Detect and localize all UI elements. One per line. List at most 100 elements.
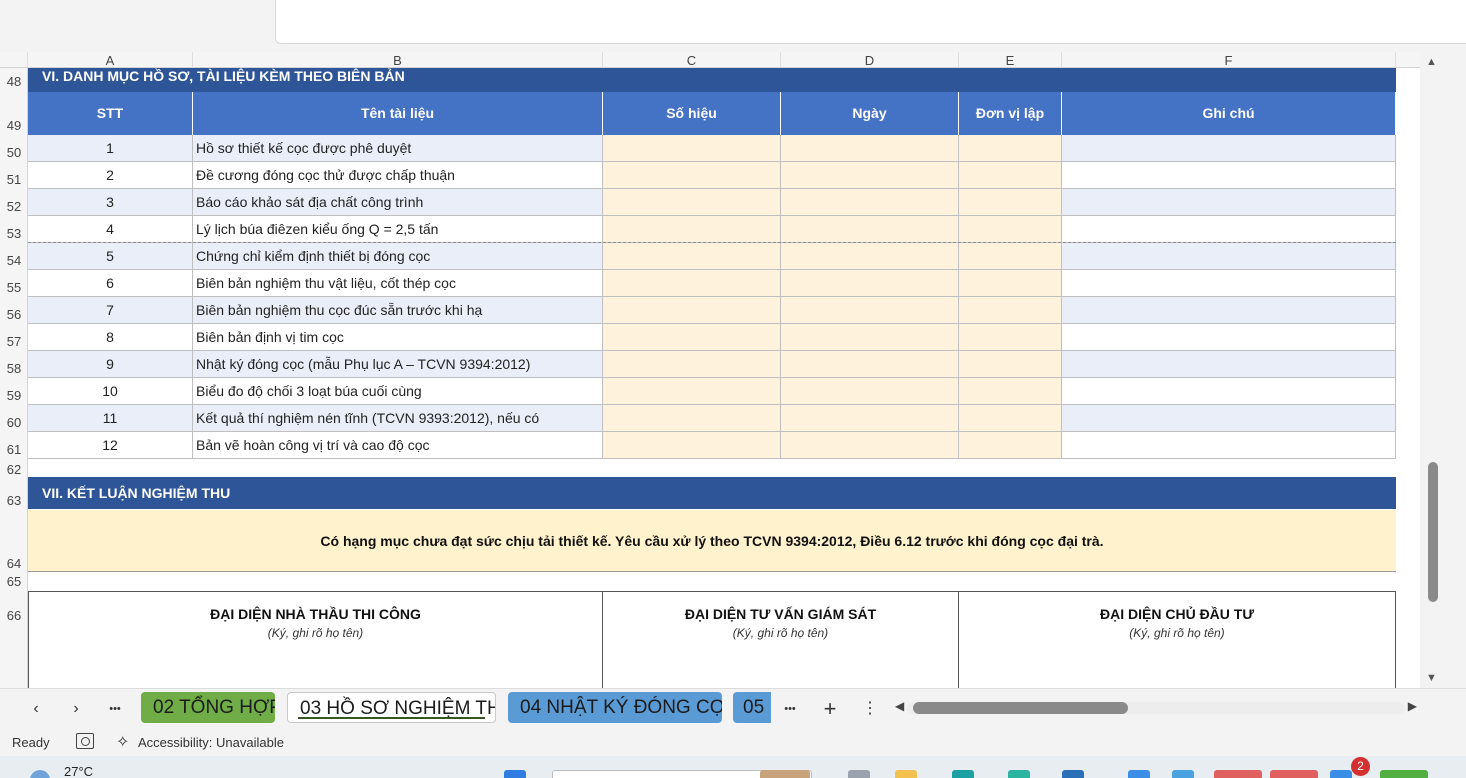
row-header[interactable]: 58: [0, 361, 28, 376]
edge-icon[interactable]: [952, 770, 974, 778]
cell-document-name[interactable]: Nhật ký đóng cọc (mẫu Phụ lục A – TCVN 9…: [193, 351, 603, 377]
horizontal-scrollbar[interactable]: ◀ ▶: [893, 699, 1419, 717]
cell-note[interactable]: [1062, 351, 1396, 377]
cell-stt[interactable]: 4: [28, 216, 193, 242]
cell-code-input[interactable]: [603, 243, 781, 269]
cell-code-input[interactable]: [603, 351, 781, 377]
cell-unit-input[interactable]: [959, 297, 1062, 323]
cell-document-name[interactable]: Bản vẽ hoàn công vị trí và cao độ cọc: [193, 432, 603, 458]
weather-temperature[interactable]: 27°C: [64, 764, 93, 778]
scroll-left-icon[interactable]: ◀: [895, 699, 904, 713]
cell-stt[interactable]: 9: [28, 351, 193, 377]
row-header[interactable]: 57: [0, 334, 28, 349]
cell-document-name[interactable]: Biên bản nghiệm thu vật liệu, cốt thép c…: [193, 270, 603, 296]
store-icon[interactable]: [1062, 770, 1084, 778]
app-icon[interactable]: [1172, 770, 1194, 778]
app-icon[interactable]: [1214, 770, 1262, 778]
cell-unit-input[interactable]: [959, 378, 1062, 404]
cell-stt[interactable]: 10: [28, 378, 193, 404]
row-header[interactable]: 62: [0, 462, 28, 477]
cell-stt[interactable]: 5: [28, 243, 193, 269]
cell-stt[interactable]: 6: [28, 270, 193, 296]
row-header[interactable]: 50: [0, 145, 28, 160]
cell-date-input[interactable]: [781, 243, 959, 269]
cell-code-input[interactable]: [603, 216, 781, 242]
header-unit[interactable]: Đơn vị lập: [959, 92, 1062, 135]
cell-note[interactable]: [1062, 270, 1396, 296]
cell-code-input[interactable]: [603, 162, 781, 188]
cell-stt[interactable]: 2: [28, 162, 193, 188]
cell-stt[interactable]: 1: [28, 135, 193, 161]
cell-note[interactable]: [1062, 216, 1396, 242]
cell-unit-input[interactable]: [959, 432, 1062, 458]
cell-date-input[interactable]: [781, 405, 959, 431]
column-header-e[interactable]: E: [959, 52, 1062, 68]
more-sheets-right-button[interactable]: •••: [778, 697, 802, 721]
cell-note[interactable]: [1062, 297, 1396, 323]
app-icon[interactable]: [1008, 770, 1030, 778]
tab-02-tong-hop[interactable]: 02 TỔNG HỢP: [141, 692, 275, 723]
cell-grid[interactable]: VI. DANH MỤC HỒ SƠ, TÀI LIỆU KÈM THEO BI…: [28, 68, 1420, 688]
select-all-corner[interactable]: [0, 52, 28, 68]
cell-unit-input[interactable]: [959, 351, 1062, 377]
tab-05[interactable]: 05 I: [733, 692, 771, 723]
cell-document-name[interactable]: Biên bản định vị tim cọc: [193, 324, 603, 350]
weather-icon[interactable]: [30, 770, 50, 778]
row-header[interactable]: 63: [0, 493, 28, 508]
cell-date-input[interactable]: [781, 135, 959, 161]
cell-stt[interactable]: 3: [28, 189, 193, 215]
task-view-icon[interactable]: [848, 770, 870, 778]
signature-supervisor[interactable]: ĐẠI DIỆN TƯ VẤN GIÁM SÁT (Ký, ghi rõ họ …: [602, 591, 959, 688]
cell-document-name[interactable]: Kết quả thí nghiệm nén tĩnh (TCVN 9393:2…: [193, 405, 603, 431]
cell-note[interactable]: [1062, 162, 1396, 188]
cell-stt[interactable]: 8: [28, 324, 193, 350]
cell-unit-input[interactable]: [959, 189, 1062, 215]
vertical-scroll-thumb[interactable]: [1428, 462, 1438, 602]
cell-code-input[interactable]: [603, 270, 781, 296]
row-header[interactable]: 53: [0, 226, 28, 241]
cell-date-input[interactable]: [781, 432, 959, 458]
header-stt[interactable]: STT: [28, 92, 193, 135]
scroll-down-icon[interactable]: ▼: [1426, 672, 1437, 684]
cell-note[interactable]: [1062, 243, 1396, 269]
scroll-right-icon[interactable]: ▶: [1408, 699, 1417, 713]
row-header[interactable]: 65: [0, 574, 28, 589]
chevron-right-icon[interactable]: ›: [64, 697, 88, 721]
cell-date-input[interactable]: [781, 351, 959, 377]
cell-code-input[interactable]: [603, 135, 781, 161]
row-header[interactable]: 54: [0, 253, 28, 268]
cell-note[interactable]: [1062, 324, 1396, 350]
row-header[interactable]: 48: [0, 74, 28, 89]
cell-note[interactable]: [1062, 432, 1396, 458]
cell-code-input[interactable]: [603, 432, 781, 458]
cell-unit-input[interactable]: [959, 324, 1062, 350]
cell-date-input[interactable]: [781, 378, 959, 404]
scroll-up-icon[interactable]: ▲: [1426, 56, 1437, 68]
conclusion-text[interactable]: Có hạng mục chưa đạt sức chịu tải thiết …: [28, 510, 1396, 572]
cell-stt[interactable]: 11: [28, 405, 193, 431]
cell-unit-input[interactable]: [959, 243, 1062, 269]
excel-icon[interactable]: [1380, 770, 1428, 778]
header-date[interactable]: Ngày: [781, 92, 959, 135]
tab-04-nhat-ky-dong-coc[interactable]: 04 NHẬT KÝ ĐÓNG CỌC: [508, 692, 722, 723]
row-header[interactable]: 55: [0, 280, 28, 295]
column-header-a[interactable]: A: [28, 52, 193, 68]
app-icon[interactable]: [1330, 770, 1352, 778]
cell-date-input[interactable]: [781, 270, 959, 296]
cell-unit-input[interactable]: [959, 405, 1062, 431]
horizontal-scroll-thumb[interactable]: [913, 702, 1128, 714]
accessibility-status[interactable]: Accessibility: Unavailable: [138, 735, 284, 750]
row-header[interactable]: 61: [0, 442, 28, 457]
row-header[interactable]: 59: [0, 388, 28, 403]
worksheet[interactable]: A B C D E F 48 49 50 51 52 53 54 55 56 5…: [0, 52, 1420, 688]
cell-stt[interactable]: 12: [28, 432, 193, 458]
start-icon[interactable]: [504, 770, 526, 778]
cell-document-name[interactable]: Lý lịch búa điêzen kiểu ống Q = 2,5 tấn: [193, 216, 603, 242]
vertical-scrollbar[interactable]: ▲ ▼: [1420, 52, 1446, 688]
cell-document-name[interactable]: Chứng chỉ kiểm định thiết bị đóng cọc: [193, 243, 603, 269]
cell-document-name[interactable]: Hồ sơ thiết kế cọc được phê duyệt: [193, 135, 603, 161]
cell-document-name[interactable]: Biên bản nghiệm thu cọc đúc sẵn trước kh…: [193, 297, 603, 323]
header-code[interactable]: Số hiệu: [603, 92, 781, 135]
column-header-d[interactable]: D: [781, 52, 959, 68]
chevron-left-icon[interactable]: ‹: [24, 697, 48, 721]
